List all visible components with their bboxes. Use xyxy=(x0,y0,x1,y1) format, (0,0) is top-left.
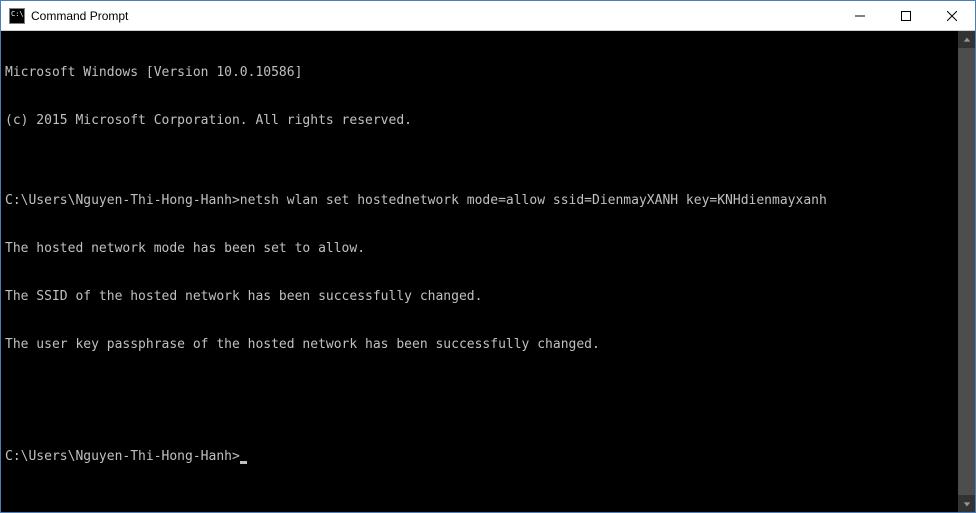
command-prompt-window: Command Prompt Microsoft Windows [Versio… xyxy=(0,0,976,513)
scroll-track[interactable] xyxy=(958,48,975,495)
close-button[interactable] xyxy=(929,1,975,30)
terminal-prompt: C:\Users\Nguyen-Thi-Hong-Hanh> xyxy=(5,449,240,464)
terminal-prompt-line: C:\Users\Nguyen-Thi-Hong-Hanh> xyxy=(5,449,958,465)
window-title: Command Prompt xyxy=(31,9,837,23)
cmd-icon xyxy=(9,8,25,24)
minimize-button[interactable] xyxy=(837,1,883,30)
terminal-line: C:\Users\Nguyen-Thi-Hong-Hanh>netsh wlan… xyxy=(5,193,958,209)
terminal-line: The SSID of the hosted network has been … xyxy=(5,289,958,305)
titlebar[interactable]: Command Prompt xyxy=(1,1,975,31)
maximize-button[interactable] xyxy=(883,1,929,30)
terminal-line: (c) 2015 Microsoft Corporation. All righ… xyxy=(5,113,958,129)
terminal-area: Microsoft Windows [Version 10.0.10586] (… xyxy=(1,31,975,512)
terminal-line: Microsoft Windows [Version 10.0.10586] xyxy=(5,65,958,81)
scroll-down-button[interactable] xyxy=(958,495,975,512)
terminal-line: The user key passphrase of the hosted ne… xyxy=(5,337,958,353)
terminal-line: The hosted network mode has been set to … xyxy=(5,241,958,257)
terminal-output[interactable]: Microsoft Windows [Version 10.0.10586] (… xyxy=(1,31,958,512)
scroll-thumb[interactable] xyxy=(958,48,975,495)
vertical-scrollbar[interactable] xyxy=(958,31,975,512)
scroll-up-button[interactable] xyxy=(958,31,975,48)
cursor xyxy=(240,461,247,464)
window-controls xyxy=(837,1,975,30)
